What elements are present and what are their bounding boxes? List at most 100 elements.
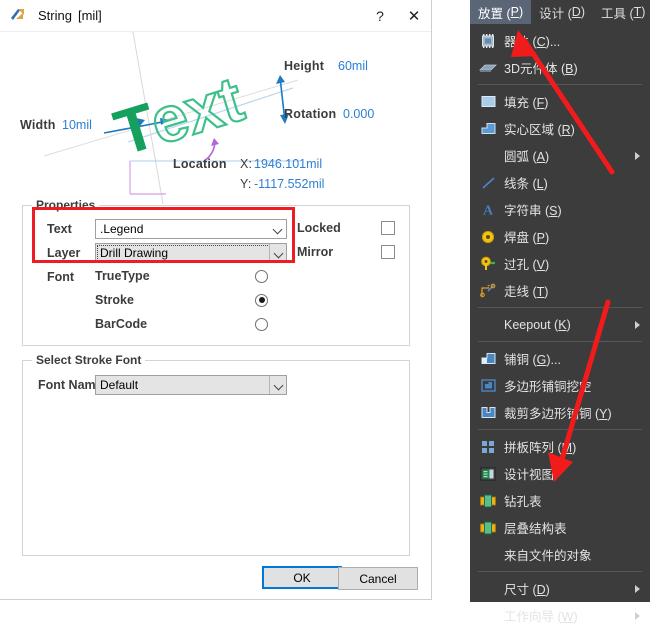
menu-item-solid-region-label: 实心区域 (R) — [504, 123, 575, 137]
menubar-item-tools[interactable]: 工具 (T) — [593, 0, 650, 24]
font-option-stroke-radio[interactable] — [255, 293, 268, 307]
menu-item-panel-array-label: 拼板阵列 (M) — [504, 441, 577, 455]
fill-icon — [476, 93, 500, 111]
body3d-icon — [476, 59, 500, 77]
menubar-item-place[interactable]: 放置 (P) — [470, 0, 532, 24]
no-icon — [476, 607, 500, 625]
locked-checkbox-row[interactable]: Locked — [297, 221, 397, 235]
locked-checkbox[interactable] — [381, 221, 395, 235]
font-option-stroke[interactable]: Stroke — [95, 293, 287, 307]
menu-item-3d-body[interactable]: 3D元件体 (B) — [470, 54, 650, 81]
dialog-titlebar: String [mil] ? ✕ — [0, 0, 431, 32]
menu-item-via[interactable]: 过孔 (V) — [470, 250, 650, 277]
menu-item-3d-body-label: 3D元件体 (B) — [504, 62, 578, 76]
menu-item-fill-label: 填充 (F) — [504, 96, 549, 110]
menu-separator — [478, 84, 642, 85]
preview-y-value: -1117.552mil — [254, 177, 325, 191]
drill-table-icon — [476, 492, 500, 510]
font-option-barcode[interactable]: BarCode — [95, 317, 287, 331]
menu-item-line-label: 线条 (L) — [504, 177, 548, 191]
cancel-button[interactable]: Cancel — [338, 567, 418, 590]
menu-item-layer-stack-table[interactable]: 层叠结构表 — [470, 514, 650, 541]
locked-label: Locked — [297, 221, 341, 235]
via-icon — [476, 255, 500, 273]
menu-item-dimension-label: 尺寸 (D) — [504, 583, 550, 597]
menu-separator — [478, 341, 642, 342]
menubar-item-tools-tail: ) — [641, 5, 646, 19]
menu-item-track-label: 走线 (T) — [504, 285, 549, 299]
layer-stack-table-icon — [476, 519, 500, 537]
no-icon — [476, 580, 500, 598]
submenu-arrow-icon — [635, 611, 640, 620]
preview-height-value: 60mil — [338, 59, 368, 73]
mirror-checkbox-row[interactable]: Mirror — [297, 245, 397, 259]
menubar-item-place-label: 放置 ( — [478, 6, 511, 21]
menubar-item-design[interactable]: 设计 (D) — [531, 0, 593, 24]
design-view-icon — [476, 465, 500, 483]
select-stroke-font-group: Select Stroke Font Font Name Default — [22, 353, 410, 556]
preview-location-label: Location — [173, 157, 227, 171]
menu-item-polygon-slice-label: 裁剪多边形铺铜 (Y) — [504, 407, 612, 421]
menu-item-work-guide-label: 工作向导 (W) — [504, 610, 578, 624]
font-option-stroke-label: Stroke — [95, 293, 134, 307]
menu-item-dimension[interactable]: 尺寸 (D) — [470, 575, 650, 602]
menubar-item-tools-label: 工具 ( — [601, 6, 634, 21]
select-stroke-font-group-title: Select Stroke Font — [32, 353, 146, 367]
close-icon[interactable]: ✕ — [397, 1, 431, 31]
menu-item-drill-table[interactable]: 钻孔表 — [470, 487, 650, 514]
menu-item-track[interactable]: + 走线 (T) — [470, 277, 650, 304]
submenu-arrow-icon — [635, 584, 640, 593]
line-icon — [476, 174, 500, 192]
font-option-truetype[interactable]: TrueType — [95, 269, 287, 283]
mirror-checkbox[interactable] — [381, 245, 395, 259]
track-icon: + — [476, 282, 500, 300]
menubar-item-tools-key: T — [633, 5, 642, 19]
svg-text:+: + — [487, 284, 491, 290]
menu-separator — [478, 307, 642, 308]
font-option-truetype-radio[interactable] — [255, 269, 268, 283]
font-option-barcode-radio[interactable] — [255, 317, 268, 331]
menu-item-design-view-label: 设计视图 — [504, 468, 555, 482]
string-preview: T ext Height 60mil Rotation 0.000 Width … — [8, 32, 424, 204]
submenu-arrow-icon — [635, 320, 640, 329]
dialog-title: String — [38, 8, 72, 23]
menubar-item-design-tail: ) — [580, 5, 585, 19]
menu-item-component-label: 器件 (C)... — [504, 35, 561, 49]
ok-button[interactable]: OK — [262, 566, 342, 589]
menu-item-fill[interactable]: 填充 (F) — [470, 88, 650, 115]
no-icon — [476, 546, 500, 564]
menu-item-component[interactable]: 器件 (C)... — [470, 27, 650, 54]
pad-icon — [476, 228, 500, 246]
menu-item-solid-region[interactable]: 实心区域 (R) — [470, 115, 650, 142]
string-icon: A — [476, 201, 500, 219]
polygon-cutout-icon — [476, 377, 500, 395]
font-option-barcode-label: BarCode — [95, 317, 148, 331]
menu-item-polygon-pour-label: 铺铜 (G)... — [504, 353, 561, 367]
menu-item-arc[interactable]: 圆弧 (A) — [470, 142, 650, 169]
no-icon — [476, 316, 500, 334]
menu-item-keepout[interactable]: Keepout (K) — [470, 311, 650, 338]
menubar-item-place-tail: ) — [518, 5, 524, 19]
menu-item-object-from-file[interactable]: 来自文件的对象 — [470, 541, 650, 568]
menu-item-work-guide[interactable]: 工作向导 (W) — [470, 602, 650, 629]
menu-item-panel-array[interactable]: 拼板阵列 (M) — [470, 433, 650, 460]
menu-item-string[interactable]: A 字符串 (S) — [470, 196, 650, 223]
string-properties-dialog: String [mil] ? ✕ T ext Height 60mil Rota… — [0, 0, 432, 600]
chevron-down-icon[interactable] — [269, 376, 286, 394]
menu-item-line[interactable]: 线条 (L) — [470, 169, 650, 196]
preview-height-label: Height — [284, 59, 325, 73]
help-button[interactable]: ? — [363, 1, 397, 31]
preview-width-label: Width — [20, 118, 56, 132]
menu-item-polygon-pour[interactable]: 铺铜 (G)... — [470, 345, 650, 372]
menubar-item-design-label: 设计 ( — [539, 6, 572, 21]
menu-item-pad[interactable]: 焊盘 (P) — [470, 223, 650, 250]
svg-text:A: A — [483, 204, 494, 218]
menu-item-polygon-cutout[interactable]: 多边形铺铜挖空 — [470, 372, 650, 399]
menu-item-polygon-slice[interactable]: 裁剪多边形铺铜 (Y) — [470, 399, 650, 426]
menu-separator — [478, 429, 642, 430]
menu-item-keepout-label: Keepout (K) — [504, 317, 571, 332]
font-name-combobox[interactable]: Default — [95, 375, 287, 395]
menu-item-string-label: 字符串 (S) — [504, 204, 562, 218]
polygon-pour-icon — [476, 350, 500, 368]
menu-item-design-view[interactable]: 设计视图 — [470, 460, 650, 487]
